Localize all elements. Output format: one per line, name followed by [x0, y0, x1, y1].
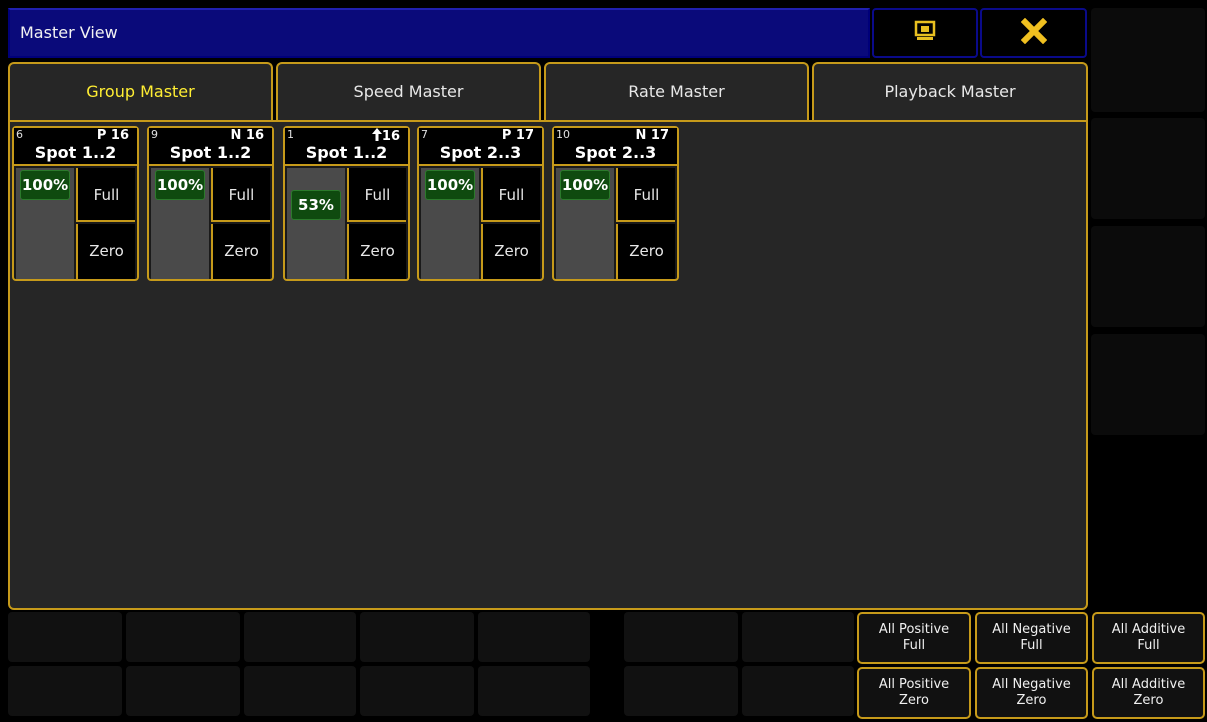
fader-value: 100%	[560, 170, 610, 200]
zero-button[interactable]: Zero	[211, 224, 270, 279]
window-title: Master View	[20, 23, 118, 42]
master-fader[interactable]: 100%	[421, 168, 479, 279]
fader-value: 100%	[425, 170, 475, 200]
fader-value: 53%	[291, 190, 341, 221]
tab-playback-master[interactable]: Playback Master	[812, 62, 1088, 120]
button-line-1: All Positive	[878, 622, 950, 637]
bottom-slot[interactable]	[8, 612, 122, 662]
group-master-1: 1 16 Spot 1..2 53% Full Zero	[283, 126, 410, 281]
master-header[interactable]: 1 16 Spot 1..2	[285, 128, 408, 166]
master-header[interactable]: 9 N 16 Spot 1..2	[149, 128, 272, 166]
group-master-7: 7 P 17 Spot 2..3 100% Full Zero	[417, 126, 544, 281]
full-button[interactable]: Full	[347, 168, 406, 222]
bottom-slot[interactable]	[244, 666, 356, 716]
button-line-1: All Positive	[878, 677, 950, 692]
bottom-slot[interactable]	[624, 666, 738, 716]
button-line-1: All Additive	[1111, 677, 1186, 692]
all-negative-full-button[interactable]: All Negative Full	[975, 612, 1088, 664]
master-mode: N 16	[230, 128, 265, 143]
tab-group-master[interactable]: Group Master	[8, 62, 273, 120]
master-name: Spot 2..3	[439, 143, 522, 162]
master-id: 9	[151, 128, 158, 141]
master-name: Spot 1..2	[169, 143, 252, 162]
tab-speed-master[interactable]: Speed Master	[276, 62, 541, 120]
button-line-1: All Negative	[992, 622, 1071, 637]
bottom-slot[interactable]	[742, 612, 854, 662]
screen-capture-button[interactable]	[872, 8, 978, 58]
full-button[interactable]: Full	[481, 168, 540, 222]
master-name: Spot 1..2	[305, 143, 388, 162]
bottom-slot[interactable]	[126, 666, 240, 716]
close-button[interactable]	[980, 8, 1087, 58]
right-slot-2[interactable]	[1091, 118, 1205, 219]
right-slot-5	[1091, 442, 1205, 606]
right-slot-4[interactable]	[1091, 334, 1205, 435]
master-mode: P 17	[501, 128, 534, 143]
full-button[interactable]: Full	[76, 168, 135, 222]
close-icon	[1020, 17, 1047, 48]
master-id: 1	[287, 128, 294, 141]
master-header[interactable]: 6 P 16 Spot 1..2	[14, 128, 137, 166]
master-name: Spot 1..2	[34, 143, 117, 162]
all-negative-zero-button[interactable]: All Negative Zero	[975, 667, 1088, 719]
bottom-slot[interactable]	[244, 612, 356, 662]
button-line-2: Full	[1137, 638, 1160, 653]
full-button[interactable]: Full	[211, 168, 270, 222]
master-fader[interactable]: 53%	[287, 168, 345, 279]
master-name: Spot 2..3	[574, 143, 657, 162]
bottom-slot[interactable]	[478, 666, 590, 716]
master-id: 7	[421, 128, 428, 141]
fader-value: 100%	[20, 170, 70, 200]
all-additive-zero-button[interactable]: All Additive Zero	[1092, 667, 1205, 719]
full-button[interactable]: Full	[616, 168, 675, 222]
group-master-6: 6 P 16 Spot 1..2 100% Full Zero	[12, 126, 139, 281]
bottom-slot[interactable]	[478, 612, 590, 662]
fader-value: 100%	[155, 170, 205, 200]
bottom-slot[interactable]	[126, 612, 240, 662]
all-additive-full-button[interactable]: All Additive Full	[1092, 612, 1205, 664]
right-slot-1[interactable]	[1091, 8, 1205, 112]
button-line-1: All Additive	[1111, 622, 1186, 637]
master-fader[interactable]: 100%	[151, 168, 209, 279]
zero-button[interactable]: Zero	[481, 224, 540, 279]
bottom-slot[interactable]	[360, 666, 474, 716]
all-positive-zero-button[interactable]: All Positive Zero	[857, 667, 971, 719]
group-master-10: 10 N 17 Spot 2..3 100% Full Zero	[552, 126, 679, 281]
master-mode-text: 16	[381, 129, 400, 144]
title-bar: Master View	[8, 8, 870, 58]
master-header[interactable]: 10 N 17 Spot 2..3	[554, 128, 677, 166]
button-line-2: Zero	[899, 693, 929, 708]
all-positive-full-button[interactable]: All Positive Full	[857, 612, 971, 664]
bottom-slot[interactable]	[624, 612, 738, 662]
master-mode: N 17	[635, 128, 670, 143]
master-fader[interactable]: 100%	[556, 168, 614, 279]
bottom-slot[interactable]	[360, 612, 474, 662]
zero-button[interactable]: Zero	[616, 224, 675, 279]
button-line-1: All Negative	[992, 677, 1071, 692]
button-line-2: Zero	[1016, 693, 1047, 708]
button-line-2: Full	[1020, 638, 1043, 653]
bottom-slot[interactable]	[742, 666, 854, 716]
button-line-2: Full	[902, 638, 926, 653]
right-slot-3[interactable]	[1091, 226, 1205, 327]
master-fader[interactable]: 100%	[16, 168, 74, 279]
master-header[interactable]: 7 P 17 Spot 2..3	[419, 128, 542, 166]
master-id: 10	[556, 128, 570, 141]
zero-button[interactable]: Zero	[76, 224, 135, 279]
bottom-slot[interactable]	[8, 666, 122, 716]
zero-button[interactable]: Zero	[347, 224, 406, 279]
button-line-2: Zero	[1133, 693, 1164, 708]
screen-capture-icon	[914, 20, 936, 46]
master-mode: P 16	[96, 128, 129, 143]
group-master-9: 9 N 16 Spot 1..2 100% Full Zero	[147, 126, 274, 281]
tab-rate-master[interactable]: Rate Master	[544, 62, 809, 120]
master-id: 6	[16, 128, 23, 141]
